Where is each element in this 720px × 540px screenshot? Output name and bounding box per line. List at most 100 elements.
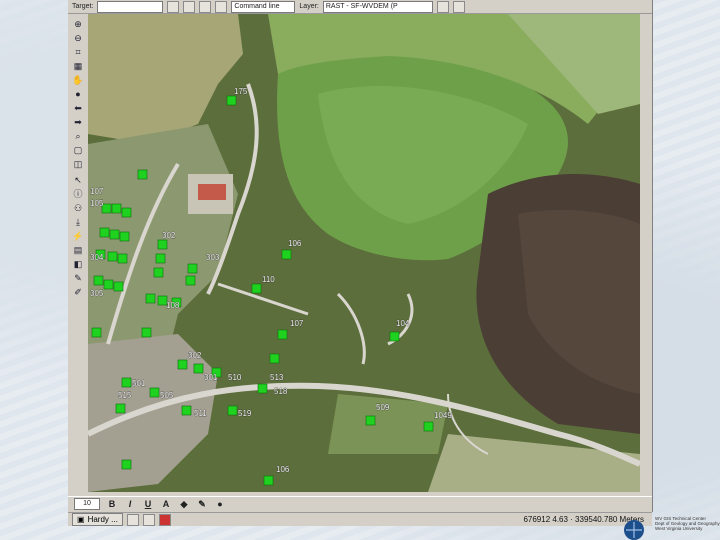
marker-5[interactable]: [99, 227, 110, 238]
target-button-2[interactable]: [183, 0, 196, 13]
minimize-button[interactable]: [126, 513, 139, 526]
label-105: 105: [90, 199, 104, 208]
marker-505[interactable]: [149, 387, 160, 398]
select-features-icon[interactable]: ◫: [72, 158, 84, 170]
marker-7[interactable]: [119, 231, 130, 242]
target-label: Target:: [72, 3, 94, 10]
italic-button[interactable]: I: [124, 498, 136, 510]
command-line-field[interactable]: Command line: [231, 0, 296, 13]
target-button-3[interactable]: [199, 0, 212, 13]
layer-label: Layer:: [299, 3, 319, 10]
layer-select[interactable]: RAST - SF-WVDEM (P: [322, 0, 433, 13]
label-107b: 107: [290, 319, 304, 328]
pencil-icon[interactable]: ✐: [72, 286, 84, 298]
marker-104[interactable]: [389, 331, 400, 342]
label-510: 510: [228, 373, 242, 382]
pointer-icon[interactable]: ↖: [72, 174, 84, 186]
marker-511[interactable]: [181, 405, 192, 416]
marker-501[interactable]: [121, 377, 132, 388]
bold-button[interactable]: B: [106, 498, 118, 510]
marker-175[interactable]: [226, 95, 237, 106]
fixed-zoom-icon[interactable]: ▦: [72, 60, 84, 72]
marker-16[interactable]: [153, 267, 164, 278]
marker-1049[interactable]: [423, 421, 434, 432]
forward-arrow-icon[interactable]: ➡: [72, 116, 84, 128]
edit-icon[interactable]: ✎: [72, 272, 84, 284]
branding-line-3: West Virginia University: [655, 526, 703, 531]
marker-513[interactable]: [269, 353, 280, 364]
marker-23[interactable]: [141, 327, 152, 338]
layer-button-1[interactable]: [436, 0, 449, 13]
full-extent-icon[interactable]: ⌗: [72, 46, 84, 58]
layer-icon[interactable]: ◧: [72, 258, 84, 270]
find-icon[interactable]: ⌕: [72, 130, 84, 142]
marker-14[interactable]: [157, 239, 168, 250]
label-301: 301: [204, 373, 218, 382]
aerial-map[interactable]: 175 107 105 302 304 303 305 106 110 107 …: [88, 14, 640, 492]
marker-518[interactable]: [257, 383, 268, 394]
target-field[interactable]: [97, 0, 164, 13]
label-175: 175: [234, 87, 248, 96]
left-toolbar: ⊕ ⊖ ⌗ ▦ ✋ ● ⬅ ➡ ⌕ ▢ ◫ ↖ ⓘ ⚇ ⤓ ⚡ ▤ ◧ ✎ ✐: [68, 14, 89, 492]
marker-13[interactable]: [113, 281, 124, 292]
marker-9[interactable]: [107, 251, 118, 262]
label-509: 509: [376, 403, 390, 412]
go-to-xy-icon[interactable]: ⤓: [72, 216, 84, 228]
label-518: 518: [274, 387, 288, 396]
target-button-4[interactable]: [215, 0, 228, 13]
marker-106[interactable]: [263, 475, 274, 486]
marker-110[interactable]: [251, 283, 262, 294]
marker-18[interactable]: [185, 275, 196, 286]
building-red-roof: [198, 184, 226, 200]
map-canvas: 175 107 105 302 304 303 305 106 110 107 …: [88, 14, 640, 492]
label-303: 303: [206, 253, 220, 262]
font-size-select[interactable]: 10: [74, 498, 100, 510]
marker-6[interactable]: [109, 229, 120, 240]
task-hardy[interactable]: ▣ Hardy ...: [72, 513, 123, 526]
fill-color-icon[interactable]: ◆: [178, 498, 190, 510]
marker-11[interactable]: [93, 275, 104, 286]
identify-icon[interactable]: ⓘ: [72, 188, 84, 200]
marker-22[interactable]: [91, 327, 102, 338]
binoculars-icon[interactable]: ⚇: [72, 202, 84, 214]
line-color-icon[interactable]: ✎: [196, 498, 208, 510]
marker-3[interactable]: [111, 203, 122, 214]
marker-108[interactable]: [281, 249, 292, 260]
select-icon[interactable]: ▢: [72, 144, 84, 156]
globe-icon[interactable]: ●: [72, 88, 84, 100]
label-108: 108: [166, 301, 180, 310]
font-color-icon[interactable]: A: [160, 498, 172, 510]
label-304: 304: [90, 253, 104, 262]
marker-302b[interactable]: [177, 359, 188, 370]
marker-4[interactable]: [121, 207, 132, 218]
pan-icon[interactable]: ✋: [72, 74, 84, 86]
zoom-in-icon[interactable]: ⊕: [72, 18, 84, 30]
restore-button[interactable]: [142, 513, 155, 526]
close-button[interactable]: [158, 513, 171, 526]
marker-12[interactable]: [103, 279, 114, 290]
marker-1[interactable]: [137, 169, 148, 180]
underline-button[interactable]: U: [142, 498, 154, 510]
zoom-out-icon[interactable]: ⊖: [72, 32, 84, 44]
marker-15[interactable]: [155, 253, 166, 264]
measure-icon[interactable]: ▤: [72, 244, 84, 256]
marker-509[interactable]: [365, 415, 376, 426]
marker-10[interactable]: [117, 253, 128, 264]
label-511: 511: [194, 409, 207, 418]
marker-301[interactable]: [193, 363, 204, 374]
marker-519[interactable]: [227, 405, 238, 416]
label-302b: 302: [188, 351, 202, 360]
marker-17[interactable]: [187, 263, 198, 274]
marker-107[interactable]: [277, 329, 288, 340]
back-arrow-icon[interactable]: ⬅: [72, 102, 84, 114]
label-107: 107: [90, 187, 104, 196]
target-button-1[interactable]: [167, 0, 180, 13]
hyperlink-icon[interactable]: ⚡: [72, 230, 84, 242]
layer-button-2[interactable]: [452, 0, 465, 13]
format-toolbar: 10 B I U A ◆ ✎ ●: [68, 496, 652, 511]
marker-515[interactable]: [115, 403, 126, 414]
marker-19[interactable]: [145, 293, 156, 304]
marker-24[interactable]: [121, 459, 132, 470]
label-505: 505: [160, 391, 174, 400]
marker-color-icon[interactable]: ●: [214, 498, 226, 510]
